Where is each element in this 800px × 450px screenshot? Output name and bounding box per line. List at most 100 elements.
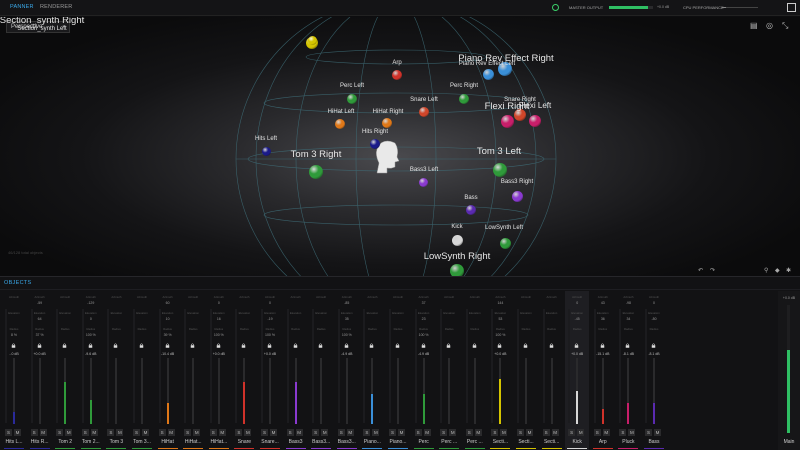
gain-value[interactable]: +0.0 dB — [28, 352, 52, 356]
param-rad[interactable]: 100 % — [488, 333, 512, 337]
mute-button[interactable]: M — [295, 429, 303, 436]
fader-track[interactable] — [345, 358, 348, 424]
object-sphere-perc-right[interactable] — [459, 94, 469, 104]
lock-icon[interactable] — [165, 343, 170, 348]
gain-value[interactable]: -10.4 dB — [156, 352, 180, 356]
gain-value[interactable]: -8.1 dB — [642, 352, 666, 356]
object-sphere-tom-3-left[interactable] — [493, 163, 507, 177]
lock-icon[interactable] — [11, 343, 16, 348]
fader-track[interactable] — [320, 358, 323, 424]
solo-button[interactable]: S — [593, 429, 601, 436]
strip-name[interactable]: Kick — [565, 439, 589, 445]
gain-value[interactable]: -4.9 dB — [412, 352, 436, 356]
strip-name[interactable]: Pluck — [616, 439, 640, 445]
lock-icon[interactable] — [62, 343, 67, 348]
fader-track[interactable] — [192, 358, 195, 424]
solo-button[interactable]: S — [465, 429, 473, 436]
object-sphere-kick[interactable] — [451, 234, 463, 246]
gain-value[interactable]: -4.9 dB — [335, 352, 359, 356]
param-el[interactable]: -19 — [258, 317, 282, 321]
param-el[interactable]: 34 — [616, 317, 640, 321]
lock-icon[interactable] — [395, 343, 400, 348]
strip-name[interactable]: HiHat... — [207, 439, 231, 445]
lock-icon[interactable] — [523, 343, 528, 348]
mute-button[interactable]: M — [167, 429, 175, 436]
mute-button[interactable]: M — [602, 429, 610, 436]
fader-track[interactable] — [269, 358, 271, 424]
param-az[interactable]: 43 — [591, 301, 615, 305]
fader-track[interactable] — [473, 358, 476, 424]
lock-icon[interactable] — [293, 343, 298, 348]
param-rad[interactable]: 37 % — [28, 333, 52, 337]
mute-button[interactable]: M — [218, 429, 226, 436]
mute-button[interactable]: M — [449, 429, 457, 436]
object-sphere-lowsynth-right[interactable] — [450, 264, 464, 276]
strip-name[interactable]: Tom 3 — [104, 439, 128, 445]
gain-value[interactable]: -.0 dB — [2, 352, 26, 356]
object-sphere-snare-left[interactable] — [419, 107, 429, 117]
object-sphere-hits-right[interactable] — [370, 139, 380, 149]
strip-name[interactable]: Perc ... — [463, 439, 487, 445]
fader-track[interactable] — [141, 358, 143, 424]
mute-button[interactable]: M — [372, 429, 380, 436]
object-sphere-bass3-right[interactable] — [511, 190, 523, 202]
window-icon[interactable] — [787, 3, 796, 12]
tab-renderer[interactable]: RENDERER — [40, 4, 72, 10]
param-az[interactable]: 0 — [642, 301, 666, 305]
lock-icon[interactable] — [267, 343, 272, 348]
solo-button[interactable]: S — [645, 429, 652, 436]
solo-button[interactable]: S — [286, 429, 294, 436]
redo-icon[interactable]: ↷ — [710, 267, 715, 274]
strip-name[interactable]: Piano... — [386, 439, 410, 445]
fader-track[interactable] — [38, 358, 41, 424]
strip-name[interactable]: Piano... — [360, 439, 384, 445]
param-el[interactable]: 0 — [79, 317, 103, 321]
strip-name[interactable]: Secti... — [488, 439, 512, 445]
strip-name[interactable]: Hits L... — [2, 439, 26, 445]
mute-button[interactable]: M — [65, 429, 73, 436]
param-rad[interactable]: 8 % — [2, 333, 26, 337]
solo-button[interactable]: S — [337, 429, 345, 436]
lock-icon[interactable] — [549, 343, 554, 348]
mute-button[interactable]: M — [526, 429, 533, 436]
strip-name[interactable]: Snare... — [258, 439, 282, 445]
param-rad[interactable]: 100 % — [335, 333, 359, 337]
solo-button[interactable]: S — [440, 429, 448, 436]
strip-name[interactable]: Arp — [591, 439, 615, 445]
gain-value[interactable]: +0.0 dB — [207, 352, 231, 356]
gain-value[interactable]: -15.1 dB — [591, 352, 615, 356]
param-rad[interactable]: 100 % — [207, 333, 231, 337]
mute-button[interactable]: M — [346, 429, 354, 436]
param-rad[interactable]: 100 % — [412, 333, 436, 337]
mute-button[interactable]: M — [654, 429, 661, 436]
object-sphere-section-synth-left[interactable] — [307, 35, 317, 45]
lock-icon[interactable] — [651, 343, 656, 348]
lock-icon[interactable] — [88, 343, 93, 348]
gain-value[interactable]: +0.0 dB — [488, 352, 512, 356]
lock-icon[interactable] — [497, 343, 502, 348]
lock-icon[interactable] — [574, 343, 579, 348]
object-sphere-hihat-right[interactable] — [382, 118, 392, 128]
param-az[interactable]: -59 — [28, 301, 52, 305]
solo-button[interactable]: S — [107, 429, 115, 436]
gain-value[interactable]: -9.6 dB — [79, 352, 103, 356]
lock-icon[interactable] — [344, 343, 349, 348]
3d-viewport[interactable]: Perspective ▾ ▤ ◎ ⤡ Section_synth Right S… — [0, 17, 800, 276]
param-rad[interactable]: 100 % — [79, 333, 103, 337]
lock-icon[interactable] — [421, 343, 426, 348]
gain-value[interactable]: -8.1 dB — [616, 352, 640, 356]
strip-name[interactable]: Tom 2 — [53, 439, 77, 445]
grid-icon[interactable]: ▤ — [750, 21, 758, 30]
lock-icon[interactable] — [318, 343, 323, 348]
fader-track[interactable] — [397, 358, 399, 424]
mute-button[interactable]: M — [551, 429, 559, 436]
solo-button[interactable]: S — [184, 429, 192, 436]
mute-button[interactable]: M — [90, 429, 98, 436]
strip-name[interactable]: Snare — [232, 439, 256, 445]
param-az[interactable]: -85 — [335, 301, 359, 305]
bell-icon[interactable]: ◆ — [775, 267, 780, 274]
solo-button[interactable]: S — [619, 429, 627, 436]
strip-name[interactable]: Secti... — [514, 439, 538, 445]
param-el[interactable]: 64 — [28, 317, 52, 321]
lock-icon[interactable] — [625, 343, 630, 348]
